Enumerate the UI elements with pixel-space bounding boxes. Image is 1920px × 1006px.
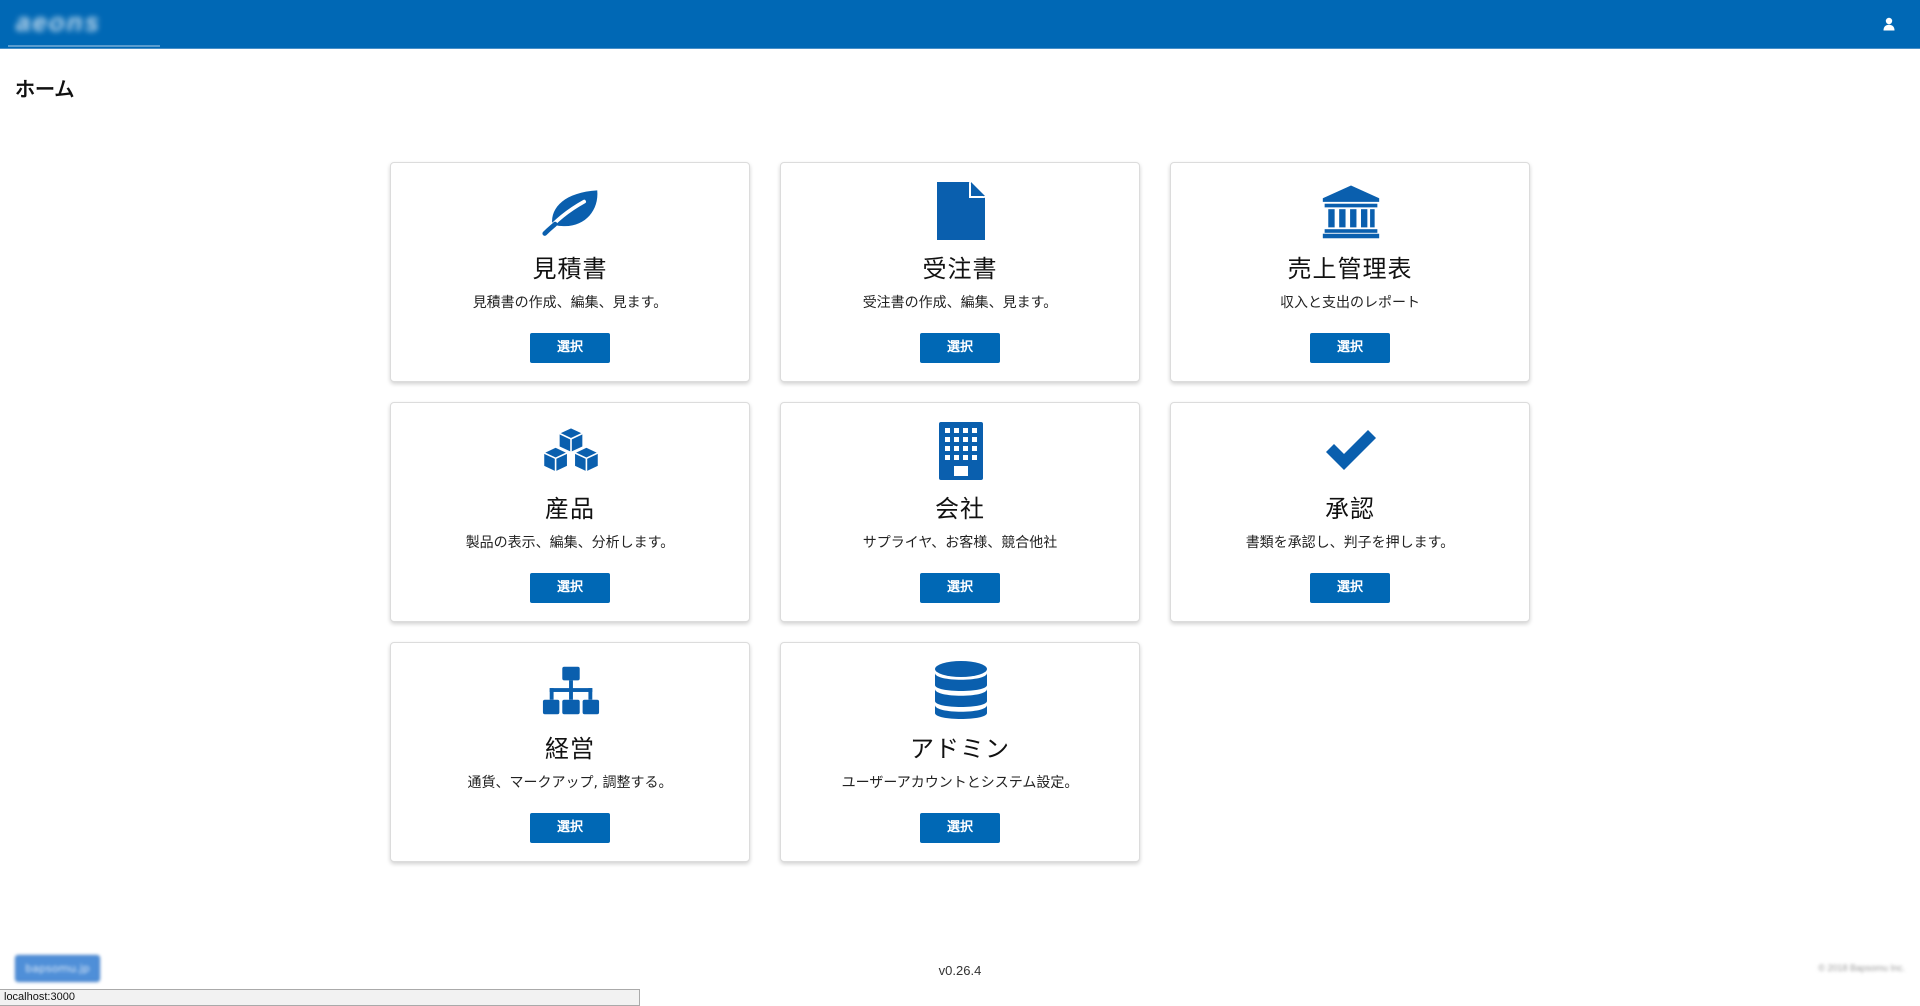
select-button-approval[interactable]: 選択 [1310, 573, 1390, 603]
file-icon [931, 181, 991, 241]
card-description: 通貨、マークアップ, 調整する。 [467, 775, 673, 791]
card-products: 産品 製品の表示、編集、分析します。 選択 [390, 402, 750, 622]
card-title: 売上管理表 [1287, 255, 1413, 283]
card-description: 受注書の作成、編集、見ます。 [862, 295, 1058, 311]
top-navbar: aeons [0, 0, 1920, 49]
logo-underline [8, 45, 160, 47]
card-companies: 会社 サプライヤ、お客様、競合他社 選択 [780, 402, 1140, 622]
page-title: ホーム [15, 77, 75, 101]
select-button-admin[interactable]: 選択 [920, 813, 1000, 843]
app-logo[interactable]: aeons [16, 9, 146, 35]
card-estimate: 見積書 見積書の作成、編集、見ます。 選択 [390, 162, 750, 382]
select-button-products[interactable]: 選択 [530, 573, 610, 603]
select-button-estimate[interactable]: 選択 [530, 333, 610, 363]
card-management: 経営 通貨、マークアップ, 調整する。 選択 [390, 642, 750, 862]
card-title: アドミン [910, 735, 1010, 763]
browser-status-url: localhost:3000 [0, 989, 640, 1006]
copyright-text: © 2018 Bapsomu Inc. [1818, 963, 1905, 973]
select-button-order[interactable]: 選択 [920, 333, 1000, 363]
database-icon [931, 661, 991, 721]
card-sales-report: 売上管理表 収入と支出のレポート 選択 [1170, 162, 1530, 382]
card-description: サプライヤ、お客様、競合他社 [862, 535, 1058, 551]
module-grid: 見積書 見積書の作成、編集、見ます。 選択 受注書 受注書の作成、編集、見ます。… [390, 162, 1530, 862]
select-button-sales-report[interactable]: 選択 [1310, 333, 1390, 363]
card-title: 見積書 [532, 255, 608, 283]
card-description: 書類を承認し、判子を押します。 [1245, 535, 1455, 551]
card-title: 受注書 [922, 255, 998, 283]
card-title: 会社 [935, 495, 985, 523]
card-title: 経営 [545, 735, 595, 763]
card-order: 受注書 受注書の作成、編集、見ます。 選択 [780, 162, 1140, 382]
card-description: 見積書の作成、編集、見ます。 [472, 295, 668, 311]
sitemap-icon [541, 661, 601, 721]
cubes-icon [541, 421, 601, 481]
card-description: ユーザーアカウントとシステム設定。 [841, 775, 1079, 791]
card-approval: 承認 書類を承認し、判子を押します。 選択 [1170, 402, 1530, 622]
leaf-icon [541, 181, 601, 241]
select-button-companies[interactable]: 選択 [920, 573, 1000, 603]
card-title: 承認 [1325, 495, 1375, 523]
building-icon [931, 421, 991, 481]
version-label: v0.26.4 [938, 963, 982, 978]
card-admin: アドミン ユーザーアカウントとシステム設定。 選択 [780, 642, 1140, 862]
bank-icon [1321, 181, 1381, 241]
user-icon[interactable] [1882, 17, 1896, 31]
select-button-management[interactable]: 選択 [530, 813, 610, 843]
card-title: 産品 [545, 495, 595, 523]
check-icon [1321, 421, 1381, 481]
card-description: 収入と支出のレポート [1280, 295, 1420, 311]
card-description: 製品の表示、編集、分析します。 [465, 535, 675, 551]
